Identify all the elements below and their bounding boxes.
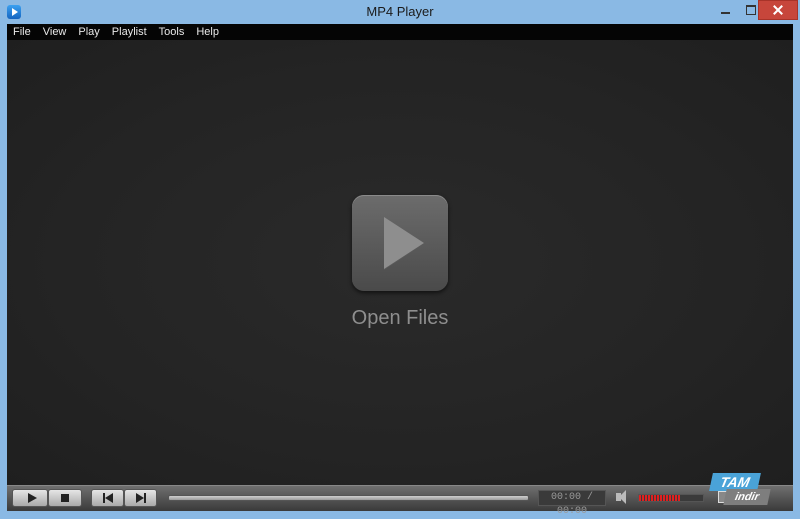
open-files-button[interactable] xyxy=(352,195,448,291)
time-display: 00:00 / 00:00 xyxy=(538,490,606,517)
control-bar: 00:00 / 00:00 xyxy=(7,485,793,517)
menu-help[interactable]: Help xyxy=(190,24,225,40)
title-bar[interactable]: MP4 Player xyxy=(0,0,800,24)
open-files-label[interactable]: Open Files xyxy=(7,307,793,330)
minimize-button[interactable] xyxy=(712,0,738,20)
menu-tools[interactable]: Tools xyxy=(153,24,191,40)
volume-level xyxy=(639,495,681,501)
menu-play[interactable]: Play xyxy=(72,24,105,40)
play-icon xyxy=(384,217,424,269)
menu-bar: File View Play Playlist Tools Help xyxy=(7,24,793,40)
app-window: MP4 Player File View Play Playlist Tools… xyxy=(0,0,800,518)
video-area[interactable]: Open Files xyxy=(7,40,793,485)
menu-view[interactable]: View xyxy=(37,24,73,40)
volume-slider[interactable] xyxy=(638,494,704,502)
speaker-icon[interactable] xyxy=(616,490,626,504)
watermark-bottom: indir xyxy=(723,489,771,505)
window-title: MP4 Player xyxy=(366,4,434,19)
menu-file[interactable]: File xyxy=(7,24,37,40)
next-button[interactable] xyxy=(124,489,157,507)
close-button[interactable] xyxy=(758,0,798,20)
previous-button[interactable] xyxy=(91,489,124,507)
play-button[interactable] xyxy=(12,489,48,507)
seek-bar[interactable] xyxy=(168,495,529,501)
stop-button[interactable] xyxy=(48,489,82,507)
player-area: File View Play Playlist Tools Help Open … xyxy=(7,24,793,517)
menu-playlist[interactable]: Playlist xyxy=(106,24,153,40)
watermark-logo: TAM indir xyxy=(709,473,771,509)
